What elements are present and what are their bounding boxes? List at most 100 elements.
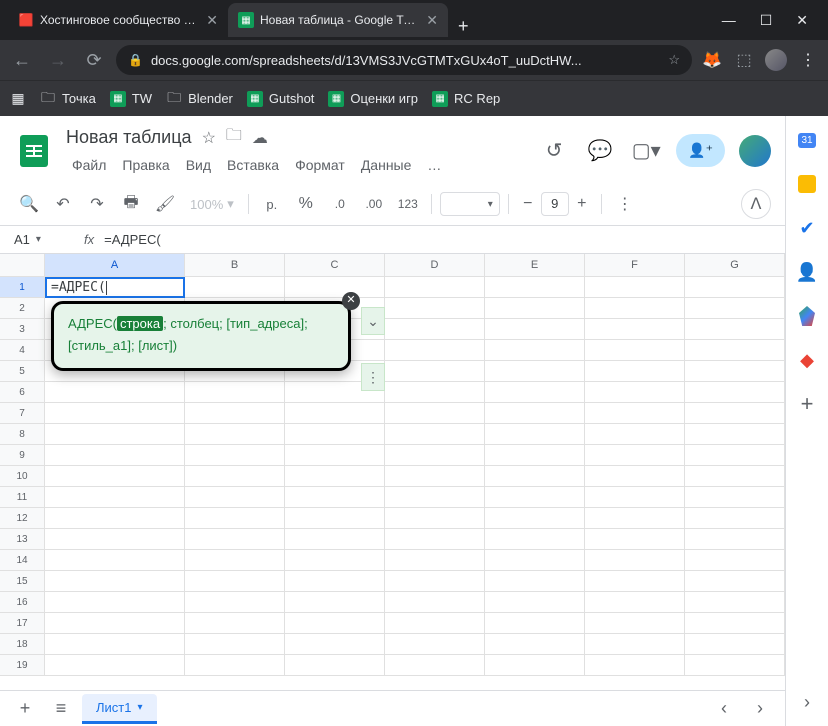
row-header[interactable]: 9 [0, 445, 45, 466]
decrease-font-button[interactable]: − [517, 192, 539, 216]
cell[interactable] [685, 508, 785, 529]
cell[interactable] [285, 508, 385, 529]
profile-avatar[interactable] [764, 48, 788, 72]
name-box[interactable]: A1▾ [14, 232, 74, 247]
cell[interactable] [285, 466, 385, 487]
cell[interactable] [185, 508, 285, 529]
browser-tab-active[interactable]: ▦ Новая таблица - Google Табли ✕ [228, 3, 448, 37]
share-button[interactable]: 👤⁺ [676, 134, 725, 167]
cell[interactable] [185, 634, 285, 655]
cell[interactable] [285, 634, 385, 655]
menu-insert[interactable]: Вставка [221, 153, 285, 177]
redo-button[interactable]: ↷ [82, 189, 112, 219]
url-input[interactable]: 🔒 docs.google.com/spreadsheets/d/13VMS3J… [116, 45, 692, 75]
contacts-icon[interactable]: 👤 [797, 262, 817, 282]
undo-button[interactable]: ↶ [48, 189, 78, 219]
tooltip-menu-button[interactable]: ⋮ [361, 363, 385, 391]
cell[interactable] [185, 529, 285, 550]
cell[interactable] [185, 445, 285, 466]
font-size-input[interactable]: 9 [541, 192, 569, 216]
cell[interactable] [485, 487, 585, 508]
cells-area[interactable]: =АДРЕС( ✕ АДРЕС(строка; столбец; [тип_ад… [45, 277, 785, 676]
sheets-logo-icon[interactable] [14, 131, 54, 171]
meet-icon[interactable]: ▢▾ [630, 135, 662, 167]
row-header[interactable]: 16 [0, 592, 45, 613]
cell[interactable] [285, 277, 385, 298]
row-header[interactable]: 17 [0, 613, 45, 634]
cell[interactable] [285, 655, 385, 676]
column-header[interactable]: D [385, 254, 485, 276]
cell[interactable] [585, 613, 685, 634]
cell[interactable] [685, 487, 785, 508]
currency-button[interactable]: р. [257, 189, 287, 219]
cell[interactable] [45, 403, 185, 424]
cell[interactable] [685, 655, 785, 676]
column-header[interactable]: G [685, 254, 785, 276]
cell[interactable] [45, 613, 185, 634]
cell[interactable] [45, 466, 185, 487]
decrease-decimal-button[interactable]: .0 [325, 189, 355, 219]
extensions-button[interactable]: ⬚ [732, 48, 756, 72]
cell[interactable] [685, 361, 785, 382]
add-sheet-button[interactable]: + [10, 694, 40, 724]
row-header[interactable]: 19 [0, 655, 45, 676]
tasks-icon[interactable]: ✔ [797, 218, 817, 238]
close-icon[interactable]: ✕ [426, 12, 438, 29]
bookmark-item[interactable]: ▦Gutshot [247, 91, 315, 107]
cell[interactable] [385, 550, 485, 571]
cell[interactable] [585, 382, 685, 403]
paint-format-button[interactable]: 🖌 [150, 189, 180, 219]
scroll-right-button[interactable]: › [745, 694, 775, 724]
cell[interactable] [685, 550, 785, 571]
cell[interactable] [185, 466, 285, 487]
row-header[interactable]: 4 [0, 340, 45, 361]
column-header[interactable]: B [185, 254, 285, 276]
collapse-toolbar-button[interactable]: ᐱ [741, 189, 771, 219]
all-sheets-button[interactable]: ≡ [46, 694, 76, 724]
browser-tab[interactable]: 🟥 Хостинговое сообщество «Tim ✕ [8, 3, 228, 37]
menu-view[interactable]: Вид [180, 153, 217, 177]
cell[interactable] [45, 424, 185, 445]
cell[interactable] [185, 571, 285, 592]
cell[interactable] [485, 424, 585, 445]
cell[interactable] [585, 319, 685, 340]
cell[interactable] [385, 571, 485, 592]
add-addon-button[interactable]: + [797, 394, 817, 414]
number-format-button[interactable]: 123 [393, 189, 423, 219]
row-header[interactable]: 14 [0, 550, 45, 571]
cell[interactable] [485, 298, 585, 319]
cell[interactable] [285, 487, 385, 508]
cell[interactable] [485, 319, 585, 340]
cell[interactable] [185, 550, 285, 571]
menu-file[interactable]: Файл [66, 153, 112, 177]
row-header[interactable]: 11 [0, 487, 45, 508]
minimize-button[interactable]: ― [722, 12, 736, 29]
row-header[interactable]: 2 [0, 298, 45, 319]
cell[interactable] [45, 571, 185, 592]
row-header[interactable]: 10 [0, 466, 45, 487]
cell[interactable] [385, 634, 485, 655]
cell[interactable] [185, 613, 285, 634]
cell[interactable] [485, 508, 585, 529]
cell[interactable] [685, 592, 785, 613]
menu-edit[interactable]: Правка [116, 153, 175, 177]
scroll-left-button[interactable]: ‹ [709, 694, 739, 724]
cell[interactable] [585, 529, 685, 550]
cell[interactable] [685, 382, 785, 403]
row-header[interactable]: 5 [0, 361, 45, 382]
column-header[interactable]: E [485, 254, 585, 276]
sheet-tab[interactable]: Лист1▾ [82, 694, 157, 724]
row-header[interactable]: 3 [0, 319, 45, 340]
cell[interactable] [285, 529, 385, 550]
cell[interactable] [285, 445, 385, 466]
cell[interactable] [685, 298, 785, 319]
cell[interactable] [585, 277, 685, 298]
cell[interactable] [385, 466, 485, 487]
cell[interactable] [385, 382, 485, 403]
cell[interactable] [385, 487, 485, 508]
cell[interactable] [585, 298, 685, 319]
cell[interactable] [485, 655, 585, 676]
more-toolbar-button[interactable]: ⋮ [610, 189, 640, 219]
active-cell[interactable]: =АДРЕС( [45, 277, 185, 298]
percent-button[interactable]: % [291, 189, 321, 219]
